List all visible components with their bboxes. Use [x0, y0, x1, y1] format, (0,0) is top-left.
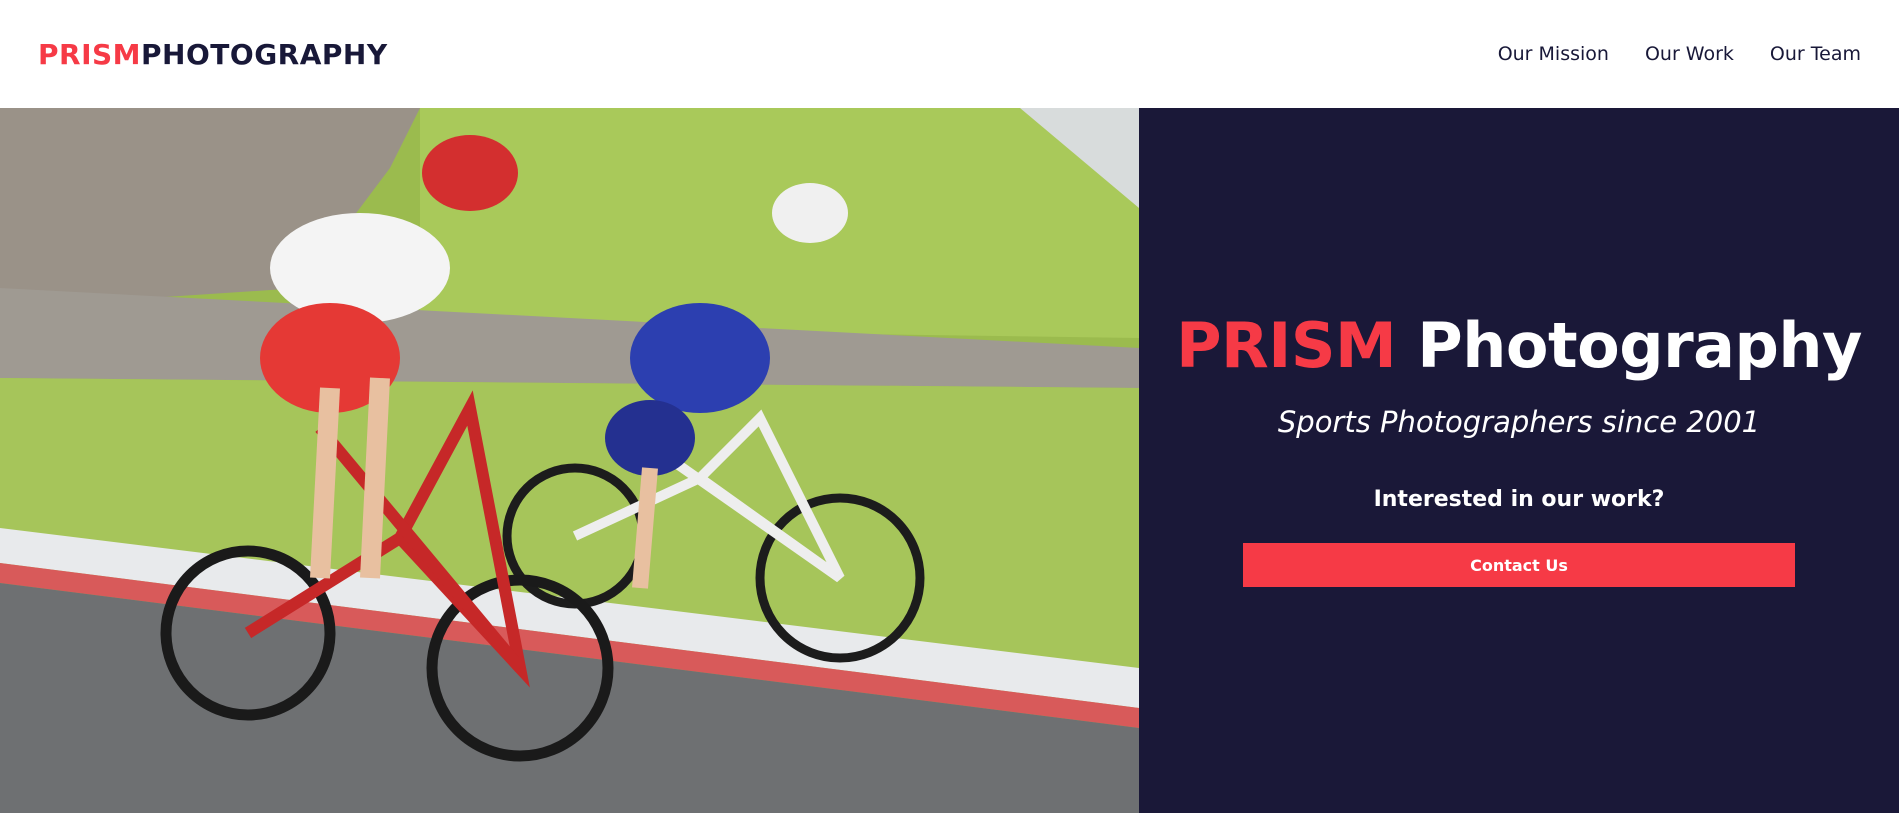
nav-link-our-work[interactable]: Our Work: [1645, 43, 1734, 65]
nav-link-our-team[interactable]: Our Team: [1770, 43, 1861, 65]
hero-title-main: Photography: [1417, 309, 1862, 382]
site-header: PRISMPHOTOGRAPHY Our Mission Our Work Ou…: [0, 0, 1899, 108]
site-logo[interactable]: PRISMPHOTOGRAPHY: [38, 38, 388, 71]
hero-panel: PRISM Photography Sports Photographers s…: [1139, 108, 1899, 813]
logo-accent-text: PRISM: [38, 37, 142, 71]
hero-title: PRISM Photography: [1176, 315, 1862, 377]
logo-main-text: PHOTOGRAPHY: [141, 37, 388, 71]
hero-title-accent: PRISM: [1176, 309, 1397, 382]
contact-us-button[interactable]: Contact Us: [1243, 543, 1795, 587]
hero-question: Interested in our work?: [1373, 487, 1665, 512]
main-nav: Our Mission Our Work Our Team: [1498, 43, 1861, 65]
nav-link-our-mission[interactable]: Our Mission: [1498, 43, 1609, 65]
hero-subtitle: Sports Photographers since 2001: [1277, 405, 1761, 439]
hero-photo-cyclists: [0, 108, 1139, 813]
